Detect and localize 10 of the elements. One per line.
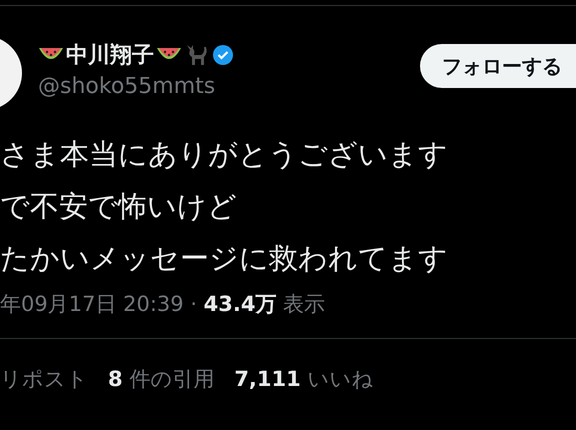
post-text-line: で不安で怖いけど — [0, 188, 238, 225]
engagement-count[interactable]: 7,111 いいね — [234, 365, 374, 393]
post-text-line: たかいメッセージに救われてます — [0, 240, 449, 277]
display-name: 中川翔子 — [66, 42, 154, 70]
engagement-count[interactable]: 8 件の引用 — [108, 365, 214, 393]
post-timestamp-views: 年09月17日 20:39 · 43.4万 表示 — [0, 291, 326, 318]
post-text-line: さま本当にありがとうございます — [0, 136, 449, 173]
username-handle: @shoko55mmts — [38, 74, 216, 99]
engagement-count[interactable]: リポスト — [0, 365, 88, 393]
follow-button[interactable]: フォローする — [420, 44, 576, 88]
